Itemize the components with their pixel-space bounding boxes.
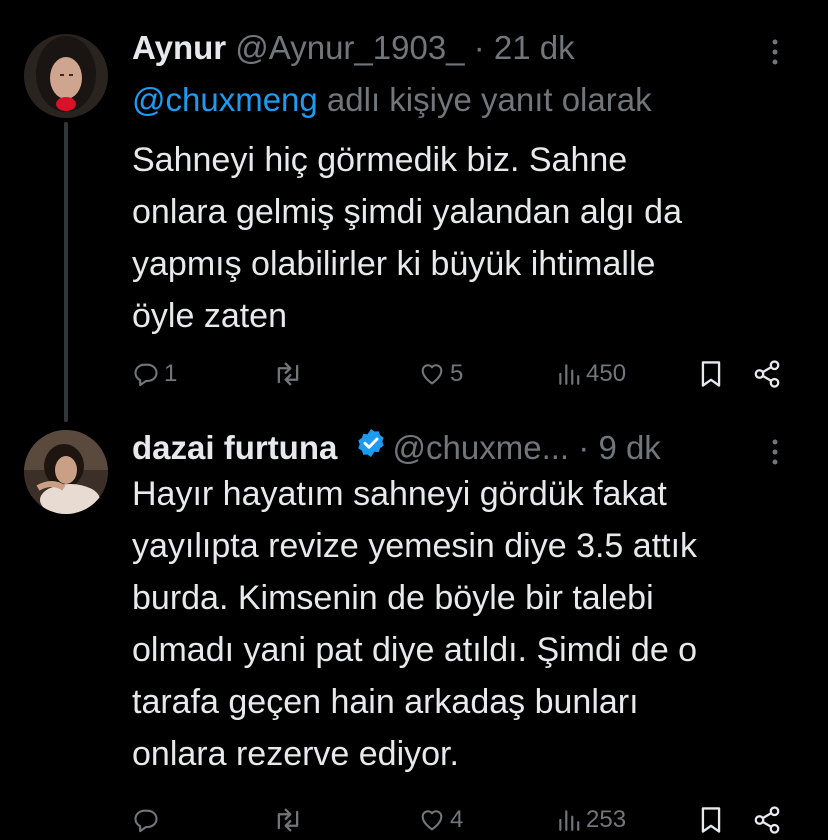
tweet-text-line: onlara gelmiş şimdi yalandan algı da (132, 193, 682, 231)
tweet-text-line: Sahneyi hiç görmedik biz. Sahne (132, 141, 628, 179)
tweet-text-line: tarafa geçen hain arkadaş bunları (132, 683, 639, 721)
views-button[interactable]: 253 (556, 800, 626, 840)
tweet-text-line: olmadı yani pat diye atıldı. Şimdi de o (132, 631, 698, 669)
avatar[interactable] (24, 34, 108, 118)
avatar[interactable] (24, 430, 108, 514)
action-bar: 4 253 (132, 800, 792, 840)
bookmark-button[interactable] (698, 800, 724, 840)
tweet-text-line: Hayır hayatım sahneyi gördük fakat (132, 475, 667, 513)
tweet-text-line: öyle zaten (132, 297, 287, 335)
views-button[interactable]: 450 (556, 354, 626, 394)
tweet-text-line: onlara rezerve ediyor. (132, 735, 459, 773)
share-icon (752, 359, 782, 389)
reply-icon (132, 806, 160, 834)
separator: · (578, 429, 590, 466)
action-bar: 1 5 450 (132, 354, 792, 394)
reply-button[interactable]: 1 (132, 354, 177, 394)
share-button[interactable] (752, 800, 782, 840)
tweet-text-line: yapmış olabilirler ki büyük ihtimalle (132, 245, 656, 283)
tweet-text-line: burda. Kimsenin de böyle bir talebi (132, 579, 654, 617)
share-button[interactable] (752, 354, 782, 394)
tweet-aynur[interactable]: Aynur @Aynur_1903_ · 21 dk @chuxmeng adl… (0, 0, 828, 422)
reply-mention-link[interactable]: @chuxmeng (132, 81, 318, 118)
retweet-button[interactable] (272, 354, 304, 394)
like-count: 4 (450, 806, 464, 833)
user-handle[interactable]: @Aynur_1903_ (235, 29, 464, 66)
views-count: 253 (586, 806, 627, 833)
retweet-icon (272, 360, 304, 388)
tweet-header: dazai furtuna @chuxme... · 9 dk (132, 428, 792, 468)
retweet-button[interactable] (272, 800, 304, 840)
like-button[interactable]: 5 (418, 354, 463, 394)
like-count: 5 (450, 360, 464, 387)
timestamp[interactable]: 21 dk (494, 29, 575, 66)
share-icon (752, 805, 782, 835)
reply-icon (132, 360, 160, 388)
views-icon (556, 361, 582, 387)
like-icon (418, 360, 446, 388)
reply-count: 1 (164, 360, 178, 387)
tweet-header: Aynur @Aynur_1903_ · 21 dk (132, 28, 792, 68)
separator: · (473, 29, 485, 66)
display-name[interactable]: dazai furtuna (132, 429, 337, 466)
views-icon (556, 807, 582, 833)
thread-line (64, 122, 68, 422)
timestamp[interactable]: 9 dk (598, 429, 660, 466)
tweet-text: Hayır hayatım sahneyi gördük fakat yayıl… (132, 468, 792, 780)
more-icon[interactable] (760, 438, 790, 468)
tweet-text-line: yayılıpta revize yemesin diye 3.5 attık (132, 527, 698, 565)
bookmark-button[interactable] (698, 354, 724, 394)
retweet-icon (272, 806, 304, 834)
bookmark-icon (698, 359, 724, 389)
verified-badge-icon (355, 427, 387, 468)
more-icon[interactable] (760, 38, 790, 68)
tweet-text: Sahneyi hiç görmedik biz. Sahne onlara g… (132, 134, 792, 342)
reply-context: @chuxmeng adlı kişiye yanıt olarak (132, 80, 652, 120)
display-name[interactable]: Aynur (132, 29, 226, 66)
user-handle[interactable]: @chuxme... (393, 429, 570, 466)
bookmark-icon (698, 805, 724, 835)
reply-button[interactable] (132, 800, 160, 840)
like-button[interactable]: 4 (418, 800, 463, 840)
reply-context-text: adlı kişiye yanıt olarak (317, 81, 652, 118)
views-count: 450 (586, 360, 627, 387)
like-icon (418, 806, 446, 834)
tweet-dazai-furtuna[interactable]: dazai furtuna @chuxme... · 9 dk Hayır ha… (0, 420, 828, 838)
